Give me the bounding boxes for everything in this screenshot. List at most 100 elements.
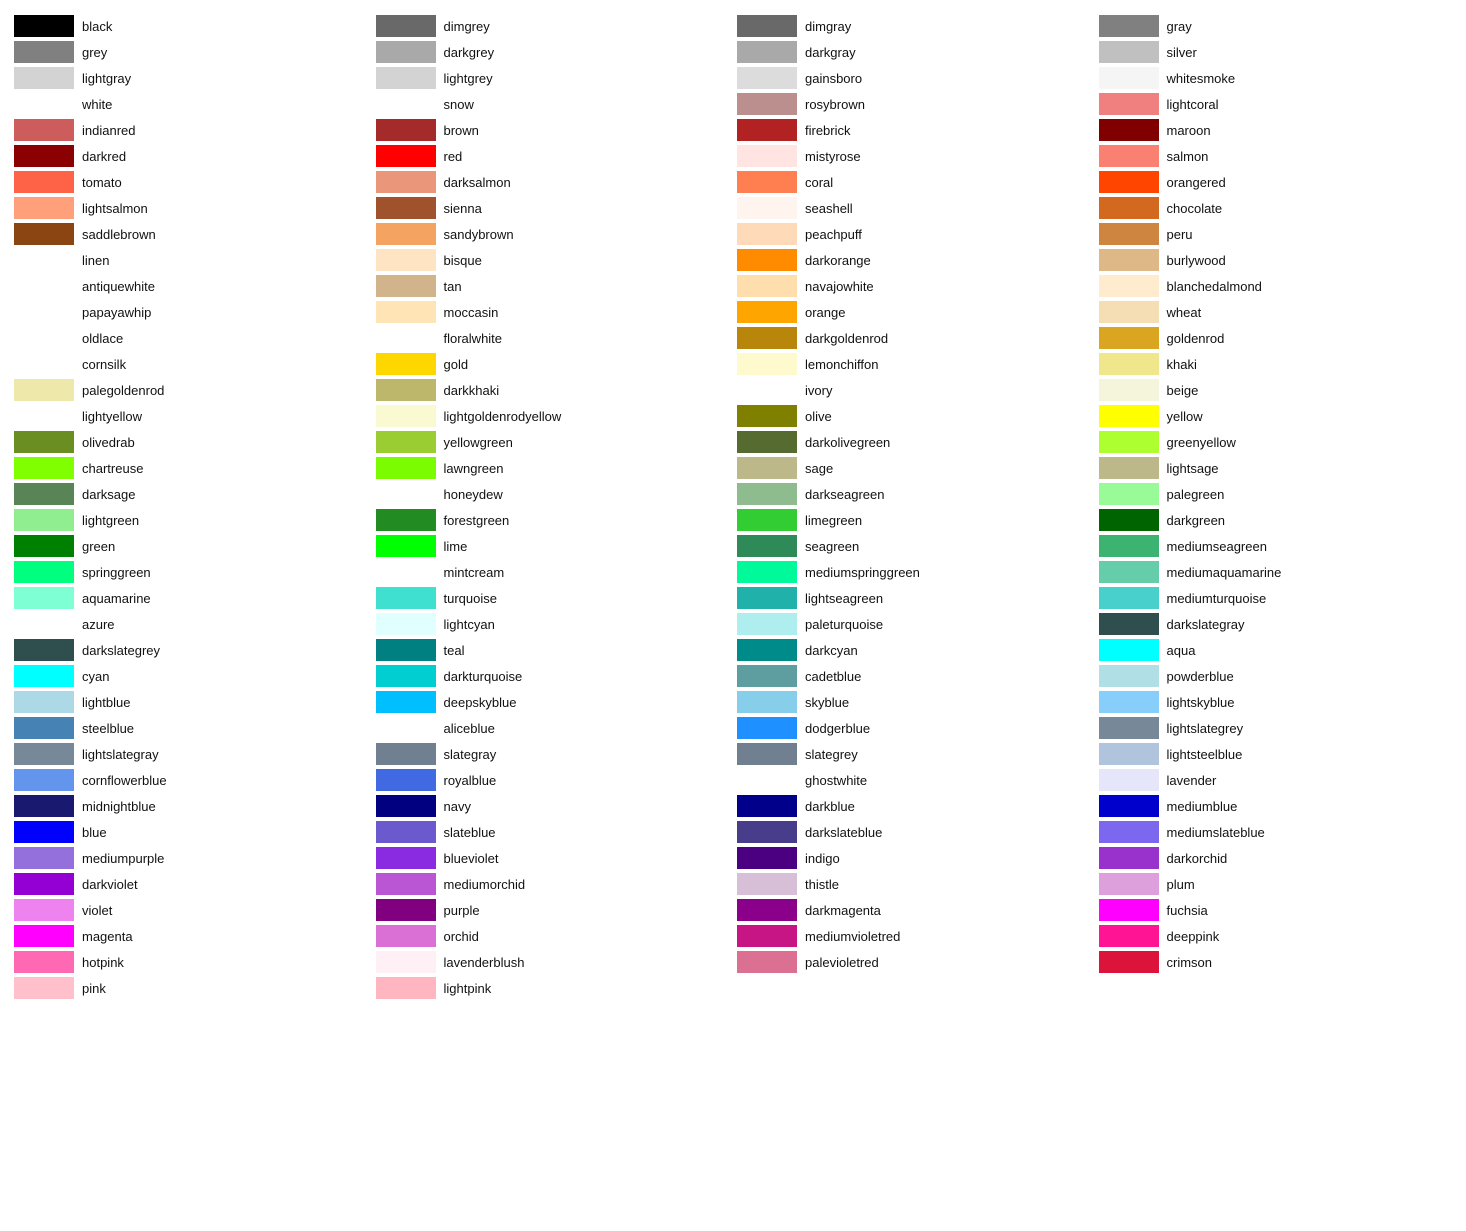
color-item: lightpink (376, 976, 730, 1000)
color-item: lightsteelblue (1099, 742, 1453, 766)
color-item: mediumorchid (376, 872, 730, 896)
color-item: darkorange (737, 248, 1091, 272)
color-item: orchid (376, 924, 730, 948)
color-label: black (82, 19, 112, 34)
color-label: dimgray (805, 19, 851, 34)
color-item: darkgrey (376, 40, 730, 64)
color-swatch (1099, 457, 1159, 479)
color-label: chocolate (1167, 201, 1223, 216)
color-swatch (376, 665, 436, 687)
color-label: aquamarine (82, 591, 151, 606)
color-swatch (1099, 795, 1159, 817)
color-label: darkred (82, 149, 126, 164)
color-swatch (14, 665, 74, 687)
color-item: blueviolet (376, 846, 730, 870)
color-item: darkmagenta (737, 898, 1091, 922)
color-item: aquamarine (14, 586, 368, 610)
color-item: fuchsia (1099, 898, 1453, 922)
color-swatch (1099, 223, 1159, 245)
color-item: slategrey (737, 742, 1091, 766)
color-swatch (376, 925, 436, 947)
color-item: maroon (1099, 118, 1453, 142)
color-item: deepskyblue (376, 690, 730, 714)
color-item: aqua (1099, 638, 1453, 662)
color-item: olive (737, 404, 1091, 428)
color-item: darkslategray (1099, 612, 1453, 636)
color-item: dodgerblue (737, 716, 1091, 740)
color-label: cornsilk (82, 357, 126, 372)
color-item: moccasin (376, 300, 730, 324)
color-swatch (1099, 509, 1159, 531)
color-label: darkturquoise (444, 669, 523, 684)
color-item: beige (1099, 378, 1453, 402)
color-swatch (737, 847, 797, 869)
color-label: olive (805, 409, 832, 424)
color-swatch (1099, 119, 1159, 141)
color-swatch (737, 587, 797, 609)
color-label: darkcyan (805, 643, 858, 658)
color-swatch (1099, 821, 1159, 843)
color-label: lightsage (1167, 461, 1219, 476)
color-swatch (376, 847, 436, 869)
color-swatch (376, 15, 436, 37)
color-item: darkblue (737, 794, 1091, 818)
color-item: gainsboro (737, 66, 1091, 90)
color-label: grey (82, 45, 107, 60)
color-label: purple (444, 903, 480, 918)
color-swatch (1099, 587, 1159, 609)
color-item: mediumseagreen (1099, 534, 1453, 558)
color-label: steelblue (82, 721, 134, 736)
color-label: magenta (82, 929, 133, 944)
color-swatch (737, 691, 797, 713)
color-swatch (376, 275, 436, 297)
color-swatch (14, 171, 74, 193)
color-item: darkorchid (1099, 846, 1453, 870)
color-label: palevioletred (805, 955, 879, 970)
color-swatch (14, 613, 74, 635)
color-swatch (376, 93, 436, 115)
color-label: yellowgreen (444, 435, 513, 450)
color-label: snow (444, 97, 474, 112)
color-label: mediumslateblue (1167, 825, 1265, 840)
column-1: dimgreydarkgreylightgreysnowbrownreddark… (372, 10, 734, 1004)
color-item: cornflowerblue (14, 768, 368, 792)
color-swatch (376, 197, 436, 219)
color-swatch (14, 821, 74, 843)
color-item: mediumblue (1099, 794, 1453, 818)
color-label: paleturquoise (805, 617, 883, 632)
color-swatch (14, 275, 74, 297)
color-swatch (376, 561, 436, 583)
color-item: cornsilk (14, 352, 368, 376)
color-swatch (376, 509, 436, 531)
color-item: tan (376, 274, 730, 298)
column-0: blackgreylightgraywhiteindianreddarkredt… (10, 10, 372, 1004)
color-label: darkgrey (444, 45, 495, 60)
color-swatch (376, 301, 436, 323)
color-label: lightseagreen (805, 591, 883, 606)
color-swatch (1099, 431, 1159, 453)
color-swatch (737, 353, 797, 375)
color-item: lightgray (14, 66, 368, 90)
color-swatch (1099, 561, 1159, 583)
color-label: darkslateblue (805, 825, 882, 840)
color-swatch (14, 977, 74, 999)
color-item: cadetblue (737, 664, 1091, 688)
color-swatch (737, 197, 797, 219)
color-swatch (737, 483, 797, 505)
color-item: darkseagreen (737, 482, 1091, 506)
color-item: lightslategrey (1099, 716, 1453, 740)
color-item: seashell (737, 196, 1091, 220)
color-item: coral (737, 170, 1091, 194)
color-label: papayawhip (82, 305, 151, 320)
color-item: cyan (14, 664, 368, 688)
color-label: darkviolet (82, 877, 138, 892)
color-label: deepskyblue (444, 695, 517, 710)
color-swatch (1099, 405, 1159, 427)
color-label: coral (805, 175, 833, 190)
color-swatch (14, 847, 74, 869)
color-item: yellowgreen (376, 430, 730, 454)
color-item: lightblue (14, 690, 368, 714)
color-label: royalblue (444, 773, 497, 788)
color-item: rosybrown (737, 92, 1091, 116)
color-swatch (14, 535, 74, 557)
